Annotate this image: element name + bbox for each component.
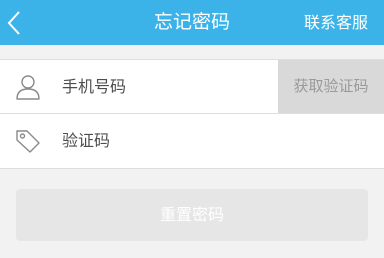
get-code-button[interactable]: 获取验证码: [278, 60, 384, 113]
code-row: [0, 114, 384, 167]
reset-form: 获取验证码: [0, 59, 384, 169]
phone-input[interactable]: [62, 60, 262, 113]
chevron-left-icon: [7, 11, 20, 35]
phone-row: 获取验证码: [0, 60, 384, 113]
reset-password-button[interactable]: 重置密码: [16, 189, 368, 241]
contact-service-button[interactable]: 联系客服: [304, 0, 368, 45]
top-bar: 忘记密码 联系客服: [0, 0, 384, 45]
user-icon: [14, 73, 42, 101]
back-button[interactable]: [0, 0, 34, 45]
tag-icon: [14, 127, 42, 155]
code-input[interactable]: [62, 114, 362, 167]
